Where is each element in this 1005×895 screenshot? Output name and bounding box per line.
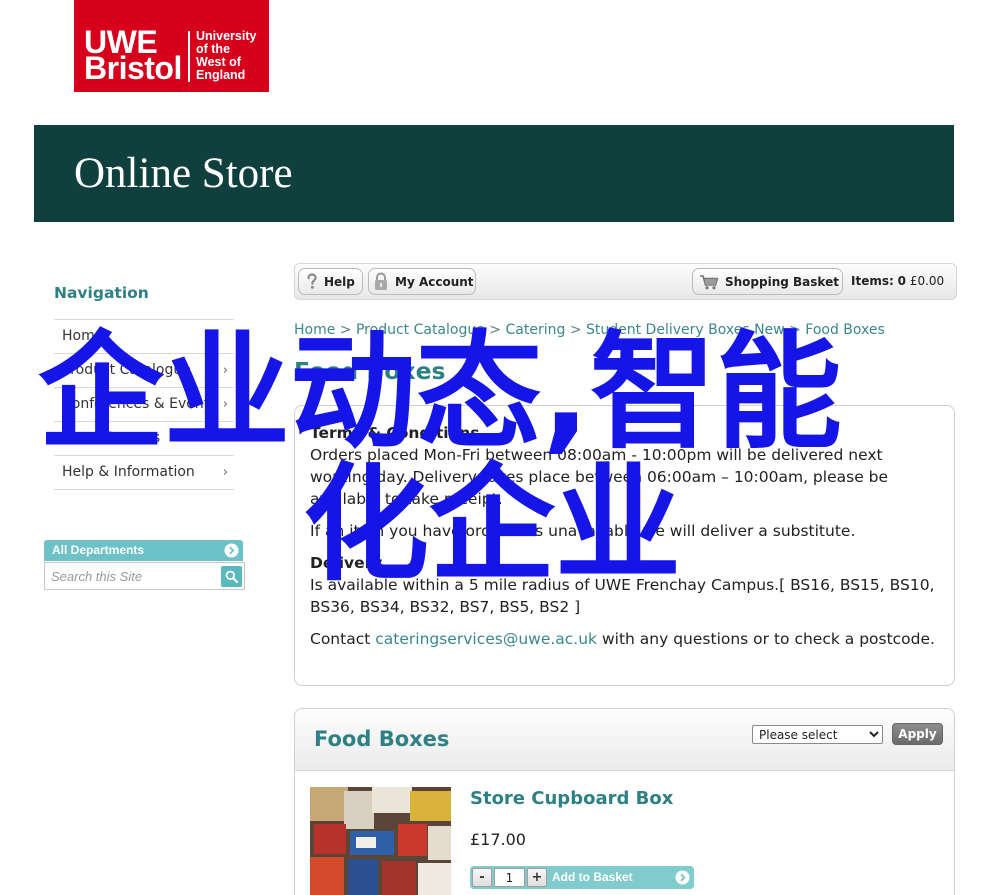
search-icon <box>225 570 238 583</box>
navigation-heading: Navigation <box>54 284 149 302</box>
store-toolbar: Help My Account Shopping Basket Items: 0… <box>294 263 957 300</box>
food-boxes-panel: Food Boxes Please select Apply Store Cup… <box>294 708 955 895</box>
contact-text: Contact cateringservices@uwe.ac.uk with … <box>310 628 939 650</box>
breadcrumb-separator: > <box>489 322 502 338</box>
lock-icon <box>373 272 389 291</box>
contact-prefix: Contact <box>310 630 371 648</box>
sidebar-item-label: Home <box>62 328 104 344</box>
add-to-basket-bar: - + Add to Basket <box>470 866 694 889</box>
quantity-input[interactable] <box>494 868 525 887</box>
sidebar-item-label: Short Courses <box>62 430 161 446</box>
page-title: Food Boxes <box>294 357 446 385</box>
sidebar-nav: Home Product Catalogue Conferences & Eve… <box>54 319 234 490</box>
site-header-banner: Online Store <box>34 125 954 222</box>
delivery-heading: Delivery <box>310 554 383 572</box>
breadcrumb: Home > Product Catalogue > Catering > St… <box>294 321 885 339</box>
sidebar-item-home[interactable]: Home <box>54 320 234 354</box>
help-button[interactable]: Help <box>298 268 363 295</box>
add-to-basket-button[interactable]: Add to Basket <box>552 866 633 889</box>
chevron-right-icon <box>223 388 228 421</box>
sidebar-item-label: Conferences & Events <box>62 396 217 412</box>
sidebar-item-conferences-events[interactable]: Conferences & Events <box>54 388 234 422</box>
food-boxes-heading: Food Boxes <box>314 727 450 751</box>
sidebar-item-label: Help & Information <box>62 464 195 480</box>
logo-subtitle: University of the West of England <box>196 30 256 82</box>
items-label: Items: <box>851 274 894 288</box>
sidebar-item-help-information[interactable]: Help & Information <box>54 456 234 490</box>
breadcrumb-separator: > <box>569 322 582 338</box>
all-departments-label: All Departments <box>52 543 145 557</box>
logo-line-bristol: Bristol <box>84 50 182 86</box>
chevron-right-icon <box>223 422 228 455</box>
breadcrumb-link[interactable]: Home <box>294 322 335 338</box>
logo-wordmark: UWE Bristol <box>84 26 182 86</box>
circle-arrow-icon[interactable] <box>675 870 690 885</box>
shopping-basket-button[interactable]: Shopping Basket <box>692 268 843 295</box>
product-price: £17.00 <box>470 830 526 849</box>
terms-info-box: Terms & Conditions Orders placed Mon-Fri… <box>294 405 955 686</box>
my-account-button[interactable]: My Account <box>368 268 476 295</box>
product-image[interactable] <box>310 787 451 895</box>
sidebar-item-label: Product Catalogue <box>62 362 191 378</box>
sidebar-item-product-catalogue[interactable]: Product Catalogue <box>54 354 234 388</box>
site-title: Online Store <box>74 150 293 197</box>
chevron-right-icon <box>223 456 228 489</box>
terms-heading: Terms & Conditions <box>310 424 480 442</box>
basket-summary: Items: 0 £0.00 <box>851 273 944 289</box>
breadcrumb-separator: > <box>339 322 352 338</box>
search-input[interactable] <box>45 563 217 589</box>
basket-total: £0.00 <box>909 274 945 288</box>
site-search <box>44 562 245 590</box>
help-icon <box>306 273 318 290</box>
circle-arrow-icon <box>224 543 239 558</box>
quantity-increment-button[interactable]: + <box>527 868 547 887</box>
shopping-basket-label: Shopping Basket <box>725 274 839 289</box>
delivery-text: Is available within a 5 mile radius of U… <box>310 576 935 616</box>
breadcrumb-link[interactable]: Food Boxes <box>805 322 885 338</box>
food-boxes-panel-header: Food Boxes Please select Apply <box>295 709 954 771</box>
chevron-right-icon <box>223 354 228 387</box>
apply-button[interactable]: Apply <box>892 723 943 745</box>
quantity-decrement-button[interactable]: - <box>472 868 492 887</box>
contact-email-link[interactable]: cateringservices@uwe.ac.uk <box>375 630 597 648</box>
terms-text: Orders placed Mon-Fri between 08:00am - … <box>310 446 889 508</box>
sort-select[interactable]: Please select <box>752 725 883 744</box>
logo-sub-line: England <box>196 68 246 82</box>
my-account-label: My Account <box>395 274 474 289</box>
breadcrumb-link[interactable]: Product Catalogue <box>356 322 485 338</box>
logo-divider <box>188 31 190 82</box>
breadcrumb-link[interactable]: Catering <box>505 322 565 338</box>
uwe-bristol-logo[interactable]: UWE Bristol University of the West of En… <box>74 0 269 92</box>
contact-suffix: with any questions or to check a postcod… <box>601 630 935 648</box>
sidebar-item-short-courses[interactable]: Short Courses <box>54 422 234 456</box>
search-button[interactable] <box>221 566 242 587</box>
items-count: 0 <box>897 274 906 288</box>
all-departments-dropdown[interactable]: All Departments <box>44 540 243 561</box>
help-label: Help <box>324 274 355 289</box>
substitute-text: If an item you have ordered is unavailab… <box>310 522 856 540</box>
breadcrumb-link[interactable]: Student Delivery Boxes New <box>586 322 785 338</box>
shopping-cart-icon <box>699 274 719 290</box>
breadcrumb-separator: > <box>789 322 801 338</box>
product-name[interactable]: Store Cupboard Box <box>470 788 673 810</box>
